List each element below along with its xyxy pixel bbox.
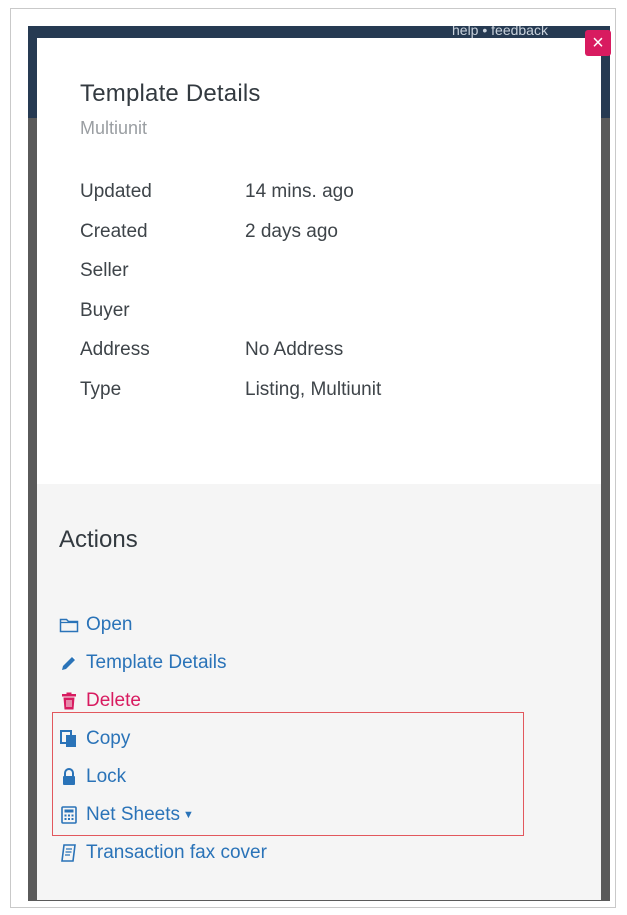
calculator-icon xyxy=(58,805,80,825)
property-row-created: Created 2 days ago xyxy=(80,221,560,261)
action-label: Net Sheets xyxy=(86,804,180,825)
property-row-seller: Seller xyxy=(80,260,560,300)
property-list: Updated 14 mins. ago Created 2 days ago … xyxy=(80,181,560,419)
template-details-modal: Template Details Multiunit Updated 14 mi… xyxy=(37,38,601,900)
property-label: Buyer xyxy=(80,299,130,321)
actions-title: Actions xyxy=(59,526,138,553)
property-row-buyer: Buyer xyxy=(80,300,560,340)
property-row-type: Type Listing, Multiunit xyxy=(80,379,560,419)
action-list: Open Template Details Delete Copy Lock N… xyxy=(58,606,458,872)
trash-icon xyxy=(58,691,80,711)
action-label: Lock xyxy=(86,766,127,787)
modal-title: Template Details xyxy=(80,80,261,107)
actions-panel: Actions Open Template Details Delete Cop… xyxy=(37,484,601,900)
template-details-action[interactable]: Template Details xyxy=(58,644,458,682)
property-row-updated: Updated 14 mins. ago xyxy=(80,181,560,221)
lock-icon xyxy=(58,767,80,787)
copy-action[interactable]: Copy xyxy=(58,720,458,758)
property-value: 14 mins. ago xyxy=(245,181,354,202)
transaction-fax-cover-action[interactable]: Transaction fax cover xyxy=(58,834,458,872)
action-label: Copy xyxy=(86,728,131,749)
property-label: Seller xyxy=(80,260,129,282)
caret-down-icon: ▼ xyxy=(183,809,194,821)
action-label: Template Details xyxy=(86,652,227,673)
pencil-icon xyxy=(58,653,80,673)
property-label: Type xyxy=(80,378,122,400)
folder-icon xyxy=(58,615,80,635)
close-button[interactable]: × xyxy=(585,30,611,56)
fax-icon xyxy=(58,843,80,863)
copy-icon xyxy=(58,729,80,749)
modal-subtitle: Multiunit xyxy=(80,118,148,138)
action-label: Delete xyxy=(86,690,141,711)
property-value: No Address xyxy=(245,339,344,361)
property-value: Listing, Multiunit xyxy=(245,378,382,400)
open-action[interactable]: Open xyxy=(58,606,458,644)
details-section: Template Details Multiunit Updated 14 mi… xyxy=(80,80,560,419)
delete-action[interactable]: Delete xyxy=(58,682,458,720)
lock-action[interactable]: Lock xyxy=(58,758,458,796)
property-label: Address xyxy=(80,339,150,361)
net-sheets-dropdown[interactable]: Net Sheets ▼ xyxy=(58,796,458,834)
property-label: Updated xyxy=(80,181,152,202)
property-row-address: Address No Address xyxy=(80,339,560,379)
property-label: Created xyxy=(80,220,148,242)
action-label: Transaction fax cover xyxy=(86,842,267,863)
action-label: Open xyxy=(86,614,133,635)
property-value: 2 days ago xyxy=(245,220,338,242)
